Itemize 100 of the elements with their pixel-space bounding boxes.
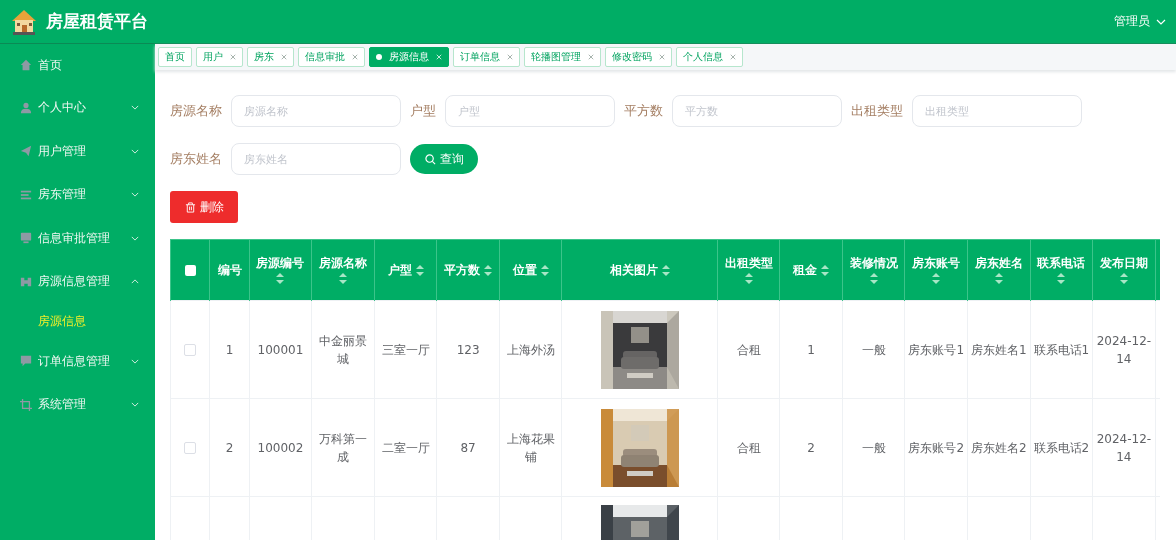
tab[interactable]: 房源信息 [369,47,449,67]
field-label: 房东姓名 [170,150,222,168]
sort-icon[interactable] [744,273,753,284]
table-cell: 中金丽景城 [319,333,367,366]
column-header[interactable]: 房东账号 [912,256,961,271]
sort-icon[interactable] [869,273,878,284]
column-header[interactable]: 联系电话 [1037,256,1086,271]
close-icon[interactable] [507,54,513,60]
chevron-down-icon [131,235,139,241]
column-header[interactable]: 相关图片 [609,262,658,278]
sidebar-item[interactable]: 信息审批管理 [0,216,155,260]
checkbox[interactable] [184,264,196,276]
sidebar-item[interactable]: 系统管理 [0,383,155,427]
sort-icon[interactable] [1057,273,1066,284]
column-header[interactable]: 户型 [387,262,412,278]
close-icon[interactable] [352,54,358,60]
close-icon[interactable] [281,54,287,60]
sidebar-item[interactable]: 房源信息管理 [0,260,155,304]
column-header[interactable]: 编号 [217,262,242,278]
table-cell: 2024-12-14 [1096,431,1152,464]
chevron-down-icon [131,402,139,408]
house-icon [10,7,38,36]
sort-icon[interactable] [339,273,347,284]
sort-icon[interactable] [484,264,493,276]
sort-icon[interactable] [661,264,670,276]
table-cell: 房东账号1 [908,342,965,357]
field-label: 户型 [410,102,436,120]
sidebar-item[interactable]: 个人中心 [0,86,155,130]
table-cell: 联系电话2 [1033,440,1090,455]
table-cell: 87 [460,440,476,455]
tab[interactable]: 房东 [247,47,294,67]
table-cell: 123 [456,342,480,357]
close-icon[interactable] [659,54,665,60]
chevron-down-icon [131,358,139,364]
user-icon [20,101,32,114]
tab[interactable]: 信息审批 [298,47,365,67]
sort-icon[interactable] [276,273,285,284]
chevron-up-icon [131,279,139,285]
sort-icon[interactable] [994,273,1003,284]
column-header[interactable]: 房源编号 [256,256,305,271]
column-header[interactable]: 发布日期 [1099,256,1148,271]
table-cell: 上海外汤 [506,342,555,357]
column-header[interactable]: 装修情况 [849,256,898,271]
comment-icon [20,355,32,368]
input-field[interactable]: 房东姓名 [231,143,401,175]
table-cell: 一般 [861,440,886,455]
column-header[interactable]: 位置 [512,262,537,278]
app-title: 房屋租赁平台 [46,10,148,33]
table-cell: 2 [225,440,234,455]
table-cell: 2 [807,440,815,455]
table-cell: 1 [225,342,234,357]
table-cell: 上海花果铺 [506,431,555,464]
sort-icon[interactable] [540,264,549,276]
table-cell: 三室一厅 [381,342,430,357]
tab[interactable]: 订单信息 [453,47,520,67]
tab[interactable]: 首页 [158,47,192,67]
tab[interactable]: 用户 [196,47,243,67]
column-header[interactable]: 租金 [793,262,818,278]
sort-icon[interactable] [932,273,941,284]
table-cell: 二室一厅 [381,440,430,455]
close-icon[interactable] [730,54,736,60]
tab[interactable]: 轮播图管理 [524,47,601,67]
chevron-down-icon [1156,18,1166,25]
column-header[interactable]: 平方数 [444,262,481,278]
search-icon [424,153,436,165]
close-icon[interactable] [230,54,236,60]
sort-icon[interactable] [821,264,830,276]
column-header[interactable]: 房东姓名 [974,256,1023,271]
table-cell: 合租 [736,342,761,357]
field-label: 房源名称 [170,102,222,120]
sort-icon[interactable] [1119,273,1128,284]
field-label: 出租类型 [851,102,903,120]
search-button[interactable]: 查询 [410,144,478,174]
list-icon [20,188,32,201]
input-field[interactable]: 户型 [445,95,615,127]
user-menu[interactable]: 管理员 [1114,13,1166,30]
sidebar-subitem[interactable]: 房源信息 [0,303,155,340]
checkbox[interactable] [184,441,197,454]
sidebar-item[interactable]: 用户管理 [0,129,155,173]
field-label: 平方数 [624,102,663,120]
sidebar-item[interactable]: 首页 [0,44,155,86]
table-cell: 万科第一成 [319,431,367,464]
tab[interactable]: 个人信息 [676,47,743,67]
delete-button[interactable]: 删除 [170,191,238,223]
table-cell: 100001 [257,342,304,357]
table-cell: 合租 [736,440,761,455]
close-icon[interactable] [588,54,594,60]
sidebar-item[interactable]: 订单信息管理 [0,339,155,383]
table-cell: 房东姓名1 [970,342,1027,357]
chevron-down-icon [131,192,139,198]
sidebar-item[interactable]: 房东管理 [0,173,155,217]
sort-icon[interactable] [415,264,424,276]
checkbox[interactable] [184,343,197,356]
table-cell: 房东姓名2 [970,440,1027,455]
film-icon [20,275,32,288]
tab[interactable]: 修改密码 [605,47,672,67]
column-header[interactable]: 出租类型 [724,256,773,271]
table-cell: 一般 [861,342,886,357]
column-header[interactable]: 房源名称 [319,256,367,271]
home-icon [20,59,32,71]
